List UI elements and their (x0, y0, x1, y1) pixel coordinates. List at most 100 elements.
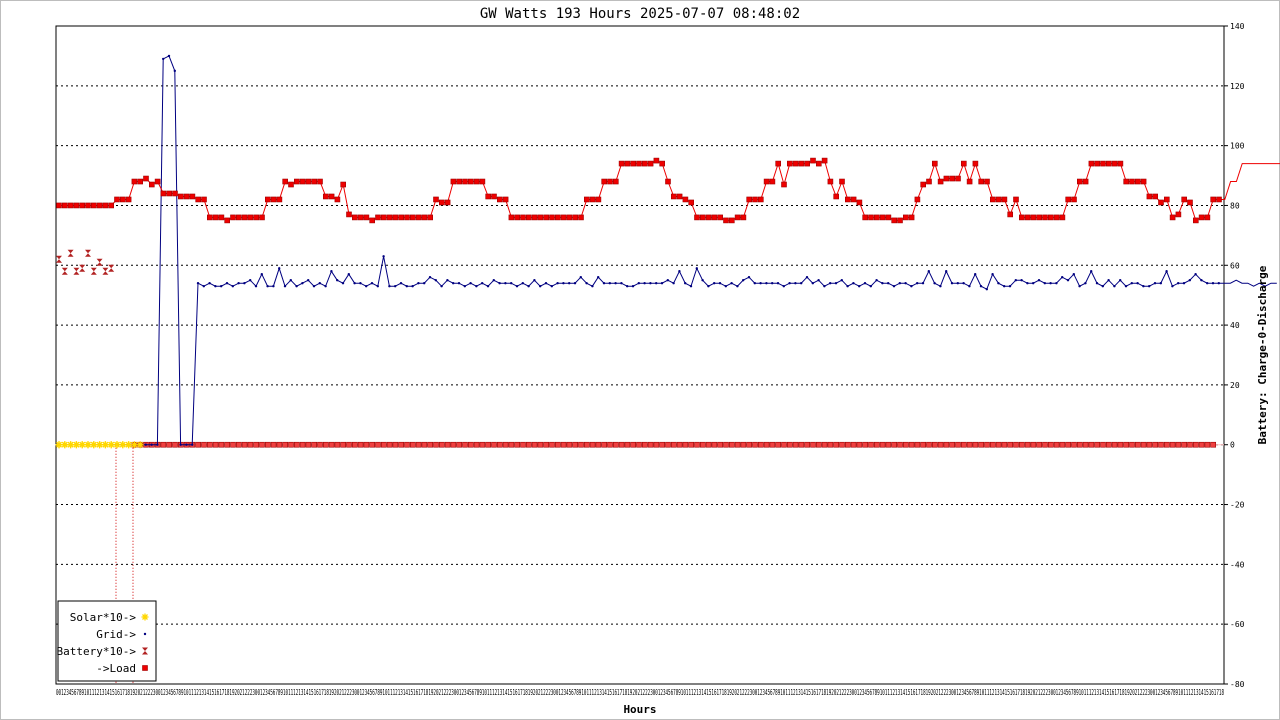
load-zero-point (856, 441, 863, 448)
load-point (1048, 214, 1054, 221)
load-zero-point (380, 441, 387, 448)
grid-point (1078, 285, 1081, 288)
load-zero-point (868, 441, 874, 448)
load-point (131, 178, 138, 185)
load-zero-point (1018, 441, 1025, 448)
load-point (873, 214, 880, 221)
load-point (949, 175, 956, 182)
load-zero-point (670, 441, 677, 448)
load-point (815, 160, 822, 167)
grid-point (1066, 279, 1070, 282)
load-zero-point (653, 441, 660, 448)
load-point (740, 214, 747, 221)
load-point (943, 175, 950, 182)
load-point (601, 178, 608, 185)
load-point (502, 196, 509, 203)
grid-point (771, 282, 774, 285)
grid-point (649, 282, 652, 285)
load-point (694, 214, 700, 221)
grid-point (887, 282, 890, 285)
load-zero-point (1117, 441, 1124, 448)
load-point (891, 217, 898, 224)
load-zero-point (241, 441, 248, 448)
grid-point (1124, 285, 1128, 288)
grid-point (191, 443, 194, 446)
load-point (804, 160, 811, 167)
grid-point (1148, 285, 1151, 288)
load-point (178, 193, 184, 200)
load-zero-point (421, 441, 428, 448)
load-point (665, 178, 671, 185)
grid-point (817, 279, 820, 282)
load-zero-point (467, 441, 474, 448)
load-point (149, 181, 155, 188)
load-point (160, 190, 167, 197)
legend-label-load: ->Load (96, 662, 136, 675)
grid-point (1008, 285, 1012, 288)
load-zero-point (195, 441, 201, 448)
load-zero-point (734, 441, 741, 448)
grid-point (660, 282, 664, 285)
load-point (236, 214, 242, 221)
load-point (230, 214, 236, 221)
grid-point (562, 282, 565, 285)
grid-point (423, 282, 426, 285)
load-point (259, 214, 265, 221)
load-zero-point (543, 441, 550, 448)
load-zero-point (949, 441, 956, 448)
load-point (862, 214, 869, 221)
load-zero-point (636, 441, 642, 448)
grid-point (324, 285, 327, 288)
load-point (728, 217, 735, 224)
grid-point (1113, 285, 1116, 288)
load-zero-point (728, 441, 735, 448)
grid-point (620, 282, 623, 285)
load-point (293, 178, 300, 185)
grid-point (515, 285, 519, 288)
load-point (514, 214, 521, 221)
x-tick-labels: 0012345678910111213141516171819202122230… (56, 688, 1224, 697)
load-point (1030, 214, 1037, 221)
grid-point (927, 270, 930, 273)
load-point (641, 160, 648, 167)
load-point (380, 214, 387, 221)
load-point (624, 160, 631, 167)
grid-point (399, 282, 403, 285)
load-zero-point (682, 441, 689, 448)
load-point (1001, 196, 1008, 203)
load-zero-point (1140, 441, 1147, 448)
load-point (705, 214, 712, 221)
load-zero-point (1175, 441, 1182, 448)
grid-point (991, 273, 994, 276)
load-point (96, 202, 103, 209)
grid-point (295, 285, 298, 288)
grid-point (1061, 276, 1064, 279)
load-zero-point (311, 441, 318, 448)
load-point (885, 214, 892, 221)
grid-point (1032, 282, 1035, 285)
grid-point (950, 282, 954, 285)
load-zero-point (491, 441, 497, 448)
load-zero-point (601, 441, 608, 448)
load-point (1198, 214, 1205, 221)
grid-point (301, 282, 304, 285)
load-point (56, 202, 62, 209)
grid-point (1014, 279, 1017, 282)
load-point (224, 217, 230, 224)
load-zero-point (520, 441, 526, 448)
load-point (775, 160, 782, 167)
grid-point (602, 282, 606, 285)
load-zero-point (1071, 441, 1077, 448)
load-zero-point (792, 441, 799, 448)
load-zero-point (897, 441, 903, 448)
grid-point (1072, 273, 1076, 276)
grid-point (846, 285, 849, 288)
grid-point (608, 282, 611, 285)
load-point (1018, 214, 1025, 221)
grid-point (167, 54, 171, 58)
load-zero-point (299, 441, 306, 448)
load-point (612, 178, 619, 185)
load-point (137, 178, 143, 185)
load-point (960, 160, 967, 167)
load-zero-point (775, 441, 782, 448)
